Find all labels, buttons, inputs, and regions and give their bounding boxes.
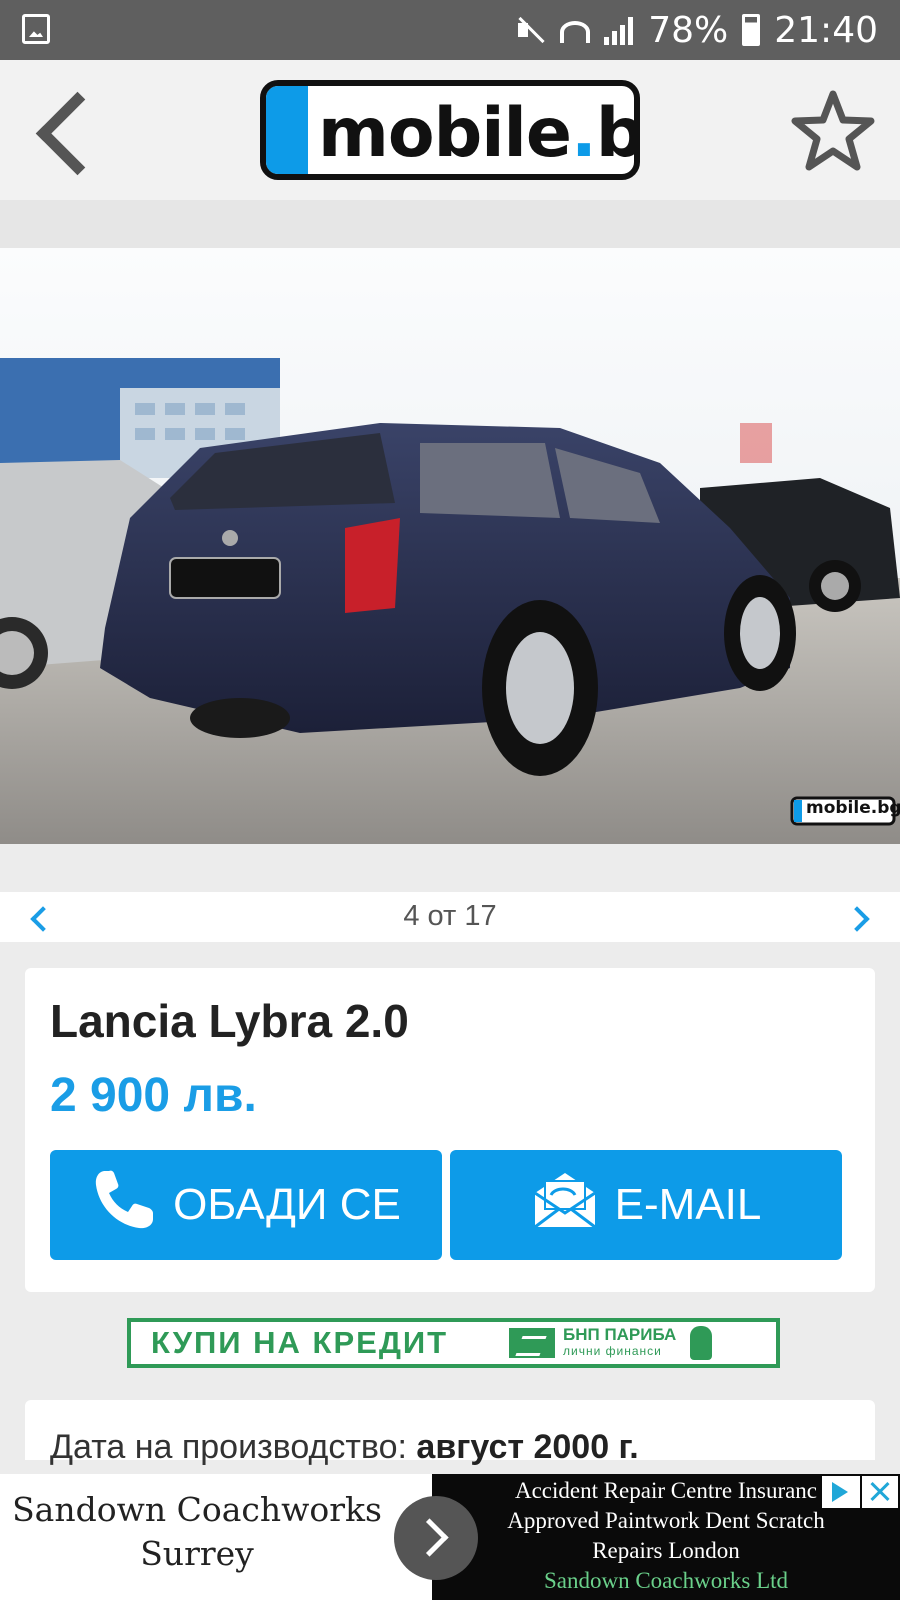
chevron-right-icon[interactable] <box>848 906 872 930</box>
battery-icon <box>742 14 761 46</box>
gallery-pager: 4 от 17 <box>0 892 900 942</box>
credit-cta: КУПИ НА КРЕДИТ <box>151 1325 449 1360</box>
production-date-row: Дата на производство: август 2000 г. <box>50 1428 639 1467</box>
back-arrow-icon[interactable] <box>30 90 100 170</box>
photo-counter: 4 от 17 <box>403 900 497 932</box>
production-date-label: Дата на производство: <box>50 1428 407 1466</box>
phone-icon <box>91 1167 157 1244</box>
mute-icon <box>516 15 546 45</box>
ad-advertiser-title: Sandown Coachworks Surrey <box>12 1490 382 1573</box>
mascot-icon <box>690 1326 713 1360</box>
battery-percent: 78% <box>648 9 729 51</box>
gallery-icon <box>22 14 50 44</box>
call-button[interactable]: ОБАДИ СЕ <box>50 1150 442 1260</box>
wifi-icon <box>560 21 591 43</box>
status-bar: 78% 21:40 <box>0 0 900 60</box>
clock: 21:40 <box>774 9 878 51</box>
envelope-icon <box>531 1171 599 1240</box>
listing-card: Lancia Lybra 2.0 2 900 лв. ОБАДИ СЕ E-MA… <box>25 968 875 1292</box>
ad-arrow-icon[interactable] <box>394 1496 478 1580</box>
bank-name: БНП ПАРИБА <box>563 1325 677 1344</box>
email-button[interactable]: E-MAIL <box>450 1150 842 1260</box>
bank-logo-icon <box>509 1328 555 1358</box>
spacer <box>0 200 900 248</box>
credit-banner[interactable]: КУПИ НА КРЕДИТ БНП ПАРИБА лични финанси <box>127 1318 780 1368</box>
production-date-value: август 2000 г. <box>416 1428 639 1466</box>
photo-watermark: mobile.bg <box>806 798 900 818</box>
logo-stripe <box>266 86 308 174</box>
app-bar: mobile.bg <box>0 60 900 200</box>
bank-brand: БНП ПАРИБА лични финанси <box>509 1325 713 1360</box>
ad-advertiser: Sandown Coachworks Ltd <box>543 1568 789 1593</box>
details-card: Дата на производство: август 2000 г. <box>25 1400 875 1466</box>
close-ad-icon[interactable] <box>862 1476 898 1508</box>
adchoices-icon[interactable] <box>822 1476 860 1508</box>
star-icon[interactable] <box>788 86 878 176</box>
listing-price: 2 900 лв. <box>50 1069 257 1122</box>
ad-banner[interactable]: Sandown Coachworks Surrey Accident Repai… <box>0 1474 900 1600</box>
mobile-bg-logo[interactable]: mobile.bg <box>260 80 640 180</box>
status-icons: 78% 21:40 <box>516 8 878 52</box>
bank-subtitle: лични финанси <box>563 1344 662 1358</box>
signal-icon <box>604 15 634 45</box>
ad-left-panel[interactable]: Sandown Coachworks Surrey <box>0 1474 432 1600</box>
logo-text: mobile.bg <box>318 94 640 173</box>
ad-line-2: Approved Paintwork Dent Scratch <box>507 1508 825 1533</box>
ad-line-3: Repairs London <box>592 1538 740 1563</box>
call-button-label: ОБАДИ СЕ <box>173 1180 401 1229</box>
email-button-label: E-MAIL <box>614 1180 762 1229</box>
car-photo[interactable]: mobile.bg <box>0 248 900 844</box>
listing-title: Lancia Lybra 2.0 <box>50 995 409 1047</box>
